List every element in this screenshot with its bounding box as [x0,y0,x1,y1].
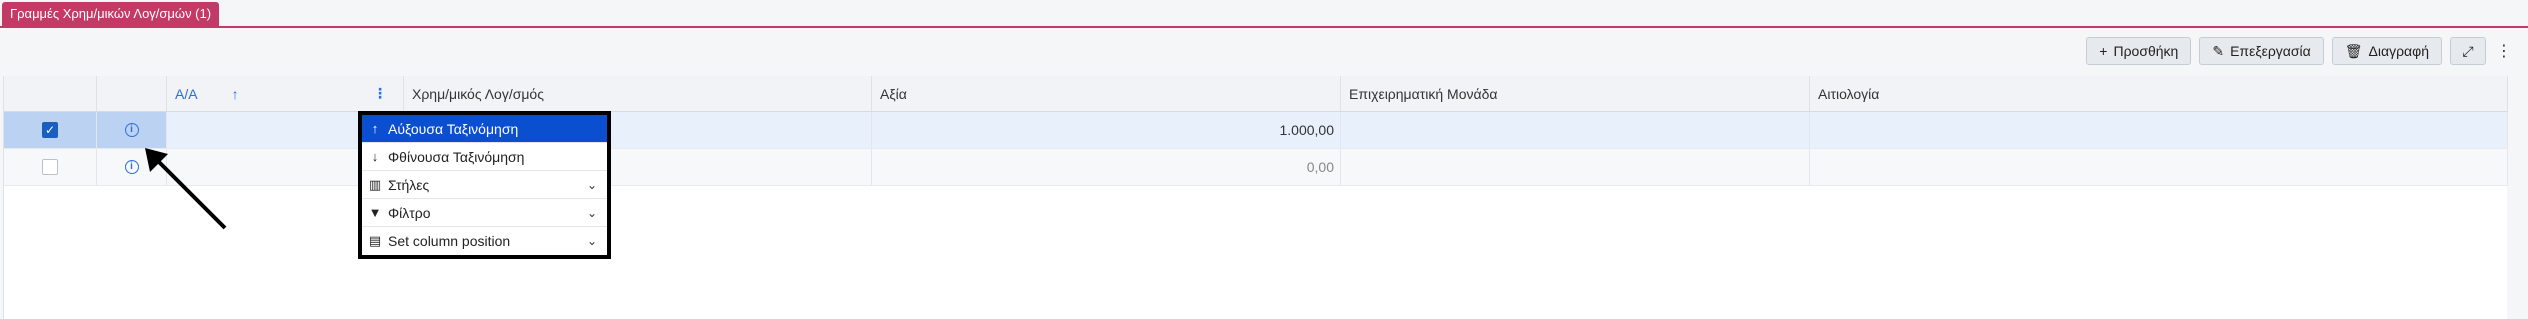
chevron-down-icon: ⌄ [586,234,597,248]
header-aa[interactable]: Α/Α ↑ ⋮ [167,76,404,111]
header-value-label: Αξία [880,85,907,102]
tab-accounts[interactable]: Γραμμές Χρημ/μικών Λογ/σμών (1) [2,2,220,26]
menu-item-sort-desc[interactable]: ↓ Φθίνουσα Ταξινόμηση [362,143,607,171]
more-options-icon[interactable]: ⋮ [2494,37,2514,65]
menu-item-sort-asc[interactable]: ↑ Αύξουσα Ταξινόμηση [362,115,607,143]
info-icon[interactable]: i [124,123,139,137]
menu-item-label: Αύξουσα Ταξινόμηση [388,120,519,137]
header-value[interactable]: Αξία [872,76,1341,111]
table-icon: ▤ [368,233,382,248]
menu-item-label: Set column position [388,233,511,249]
menu-item-label: Φίλτρο [388,204,431,221]
header-reason[interactable]: Αιτιολογία [1810,76,2508,111]
header-account-label: Χρημ/μικός Λογ/σμός [412,85,544,102]
menu-item-set-column-position[interactable]: ▤ Set column position ⌄ [362,227,607,255]
info-icon[interactable]: i [124,160,139,174]
edit-button[interactable]: ✎ Επεξεργασία [2199,37,2324,65]
delete-button-label: Διαγραφή [2368,43,2429,59]
cell-unit [1341,149,1810,185]
expand-icon: ⤢ [2462,42,2474,59]
column-menu-icon[interactable]: ⋮ [373,85,387,102]
cell-value: 1.000,00 [872,112,1341,148]
header-info-col [97,76,167,111]
add-button-label: Προσθήκη [2113,43,2179,59]
header-aa-label: Α/Α [175,85,198,102]
sort-desc-icon: ↓ [371,149,379,164]
row-select-cell[interactable] [4,149,97,185]
tab-underline [0,26,2528,28]
menu-item-filter[interactable]: ▼ Φίλτρο ⌄ [362,199,607,227]
row-info-cell[interactable]: i [97,112,167,148]
menu-item-label: Φθίνουσα Ταξινόμηση [388,148,525,165]
cell-reason [1810,112,2508,148]
cell-unit [1341,112,1810,148]
header-unit-label: Επιχειρηματική Μονάδα [1349,85,1498,102]
row-select-cell[interactable]: ✓ [4,112,97,148]
header-select-col [4,76,97,111]
header-account[interactable]: Χρημ/μικός Λογ/σμός [404,76,872,111]
sort-asc-icon: ↑ [371,121,379,136]
cell-value: 0,00 [872,149,1341,185]
annotation-arrow-icon [145,148,227,230]
row-checkbox[interactable]: ✓ [42,122,58,138]
grid-header: Α/Α ↑ ⋮ Χρημ/μικός Λογ/σμός Αξία Επιχειρ… [4,76,2508,112]
menu-item-columns[interactable]: ▥ Στήλες ⌄ [362,171,607,199]
columns-icon: ▥ [368,176,382,192]
row-checkbox[interactable] [42,159,58,175]
plus-icon: + [2099,43,2108,59]
expand-button[interactable]: ⤢ [2450,37,2486,65]
header-business-unit[interactable]: Επιχειρηματική Μονάδα [1341,76,1810,111]
edit-button-label: Επεξεργασία [2230,43,2311,59]
column-context-menu: ↑ Αύξουσα Ταξινόμηση ↓ Φθίνουσα Ταξινόμη… [358,111,611,259]
menu-item-label: Στήλες [388,176,430,193]
tab-bar: Γραμμές Χρημ/μικών Λογ/σμών (1) [0,0,2528,28]
filter-icon: ▼ [368,205,382,220]
header-reason-label: Αιτιολογία [1818,85,1880,102]
add-button[interactable]: + Προσθήκη [2086,37,2192,65]
chevron-down-icon: ⌄ [586,205,597,220]
cell-reason [1810,149,2508,185]
trash-icon: 🗑 [2344,42,2363,59]
sort-asc-icon: ↑ [231,85,239,102]
chevron-down-icon: ⌄ [586,177,597,192]
toolbar: + Προσθήκη ✎ Επεξεργασία 🗑 Διαγραφή ⤢ ⋮ [2086,36,2514,66]
pencil-icon: ✎ [2212,42,2225,59]
delete-button[interactable]: 🗑 Διαγραφή [2331,37,2442,65]
